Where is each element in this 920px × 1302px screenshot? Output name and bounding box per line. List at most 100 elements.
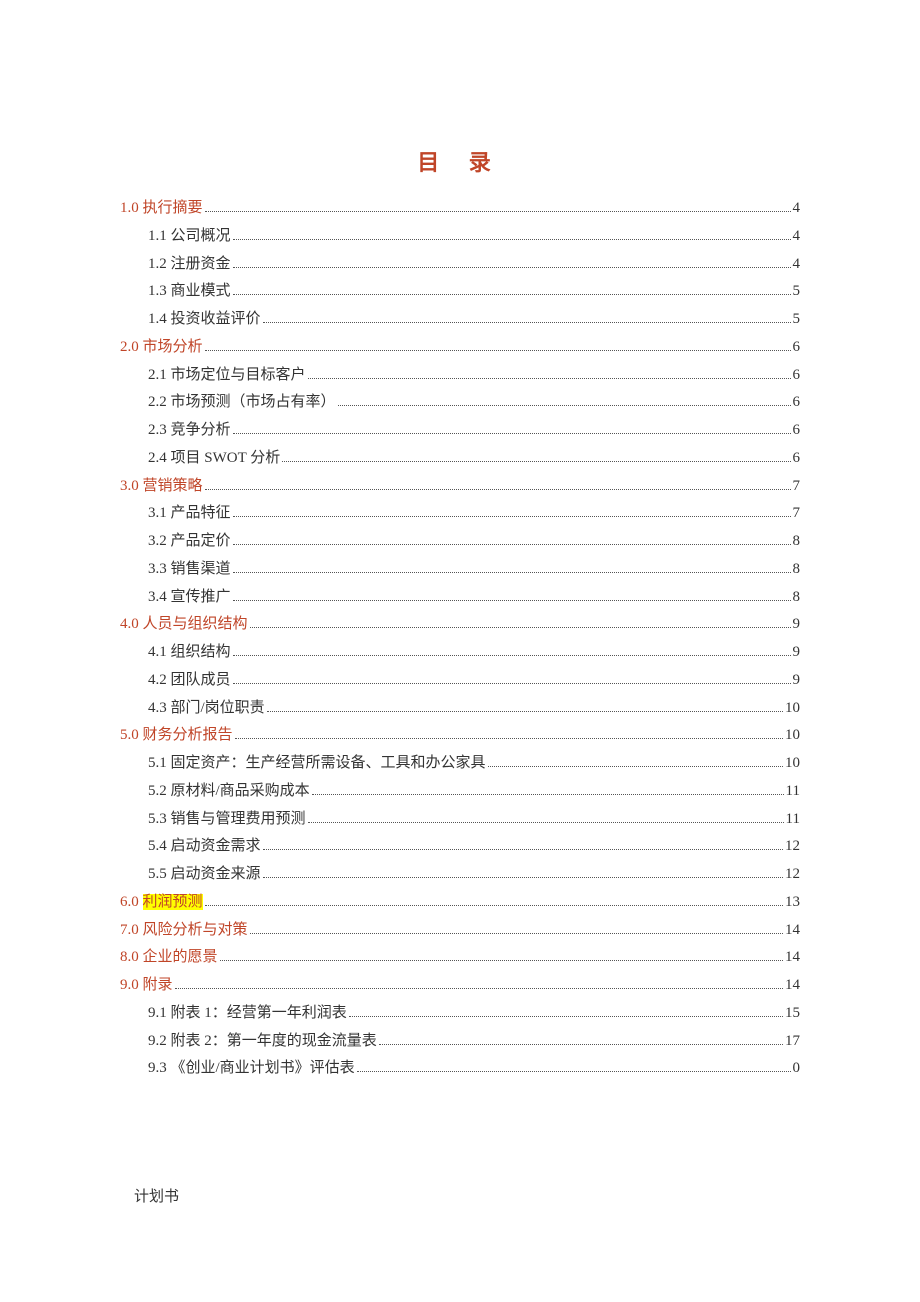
toc-entry: 3.4 宣传推广 8 — [120, 584, 800, 612]
toc-leader-dots — [263, 849, 783, 850]
toc-page-number: 14 — [785, 944, 800, 972]
toc-entry: 5.2 原材料/商品采购成本 11 — [120, 778, 800, 806]
toc-page-number: 11 — [786, 778, 800, 806]
toc-entry: 1.2 注册资金4 — [120, 251, 800, 279]
toc-subsection-label: 2.2 市场预测（市场占有率） — [148, 389, 336, 417]
toc-section-label: 5.0 财务分析报告 — [120, 722, 233, 750]
toc-subsection-label: 1.3 商业模式 — [148, 278, 231, 306]
toc-leader-dots — [357, 1071, 791, 1072]
toc-leader-dots — [205, 489, 791, 490]
toc-entry: 9.1 附表 1：经营第一年利润表 15 — [120, 1000, 800, 1028]
toc-page-number: 12 — [785, 833, 800, 861]
toc-page-number: 6 — [793, 334, 801, 362]
toc-leader-dots — [233, 655, 791, 656]
toc-entry: 1.4 投资收益评价 5 — [120, 306, 800, 334]
toc-page-number: 13 — [785, 889, 800, 917]
toc-entry: 5.1 固定资产：生产经营所需设备、工具和办公家具10 — [120, 750, 800, 778]
toc-entry: 3.0 营销策略 7 — [120, 473, 800, 501]
toc-subsection-label: 3.1 产品特征 — [148, 500, 231, 528]
toc-leader-dots — [250, 933, 783, 934]
toc-entry: 5.5 启动资金来源 12 — [120, 861, 800, 889]
toc-entry: 2.1 市场定位与目标客户 6 — [120, 362, 800, 390]
toc-page-number: 6 — [793, 362, 801, 390]
toc-page-number: 5 — [793, 278, 801, 306]
toc-subsection-label: 5.5 启动资金来源 — [148, 861, 261, 889]
toc-subsection-label: 9.1 附表 1：经营第一年利润表 — [148, 1000, 347, 1028]
toc-subsection-label: 2.1 市场定位与目标客户 — [148, 362, 306, 390]
toc-entry: 5.0 财务分析报告 10 — [120, 722, 800, 750]
toc-leader-dots — [308, 378, 791, 379]
toc-subsection-label: 3.4 宣传推广 — [148, 584, 231, 612]
toc-leader-dots — [235, 738, 783, 739]
toc-entry: 2.3 竞争分析 6 — [120, 417, 800, 445]
toc-entry: 3.1 产品特征 7 — [120, 500, 800, 528]
toc-entry: 8.0 企业的愿景14 — [120, 944, 800, 972]
toc-page-number: 8 — [793, 556, 801, 584]
toc-page-number: 8 — [793, 584, 801, 612]
toc-page-number: 9 — [793, 611, 801, 639]
toc-page-number: 5 — [793, 306, 801, 334]
toc-subsection-label: 9.2 附表 2：第一年度的现金流量表 — [148, 1028, 377, 1056]
toc-entry: 6.0 利润预测 13 — [120, 889, 800, 917]
toc-leader-dots — [233, 239, 791, 240]
toc-entry: 4.1 组织结构 9 — [120, 639, 800, 667]
toc-leader-dots — [233, 516, 791, 517]
toc-subsection-label: 2.3 竞争分析 — [148, 417, 231, 445]
toc-subsection-label: 4.2 团队成员 — [148, 667, 231, 695]
toc-leader-dots — [308, 822, 784, 823]
toc-leader-dots — [205, 905, 783, 906]
toc-leader-dots — [263, 322, 791, 323]
toc-subsection-label: 4.1 组织结构 — [148, 639, 231, 667]
toc-leader-dots — [233, 683, 791, 684]
toc-leader-dots — [233, 544, 791, 545]
footer-text: 计划书 — [134, 1185, 179, 1206]
toc-leader-dots — [233, 267, 791, 268]
toc-page-number: 6 — [793, 389, 801, 417]
toc-title: 目 录 — [120, 145, 800, 177]
toc-leader-dots — [233, 294, 791, 295]
toc-leader-dots — [233, 433, 791, 434]
toc-leader-dots — [205, 350, 791, 351]
toc-page-number: 7 — [793, 473, 801, 501]
toc-subsection-label: 5.4 启动资金需求 — [148, 833, 261, 861]
toc-entry: 5.4 启动资金需求 12 — [120, 833, 800, 861]
toc-section-label: 9.0 附录 — [120, 972, 173, 1000]
toc-page-number: 14 — [785, 917, 800, 945]
toc-page-number: 8 — [793, 528, 801, 556]
toc-page-number: 14 — [785, 972, 800, 1000]
toc-subsection-label: 5.2 原材料/商品采购成本 — [148, 778, 310, 806]
toc-section-label: 6.0 利润预测 — [120, 889, 203, 917]
toc-entry: 1.3 商业模式 5 — [120, 278, 800, 306]
highlight-text: 利润预测 — [143, 894, 203, 910]
toc-leader-dots — [205, 211, 791, 212]
toc-entry: 9.2 附表 2：第一年度的现金流量表 17 — [120, 1028, 800, 1056]
toc-section-label: 1.0 执行摘要 — [120, 195, 203, 223]
toc-page-number: 4 — [793, 223, 801, 251]
toc-subsection-label: 3.3 销售渠道 — [148, 556, 231, 584]
toc-section-label: 3.0 营销策略 — [120, 473, 203, 501]
toc-leader-dots — [282, 461, 790, 462]
toc-subsection-label: 5.1 固定资产：生产经营所需设备、工具和办公家具 — [148, 750, 486, 778]
toc-page-number: 6 — [793, 417, 801, 445]
toc-subsection-label: 1.4 投资收益评价 — [148, 306, 261, 334]
toc-entry: 7.0 风险分析与对策 14 — [120, 917, 800, 945]
toc-page-number: 9 — [793, 639, 801, 667]
toc-leader-dots — [250, 627, 791, 628]
toc-entry: 2.4 项目 SWOT 分析6 — [120, 445, 800, 473]
toc-subsection-label: 1.2 注册资金 — [148, 251, 231, 279]
toc-entry: 9.3 《创业/商业计划书》评估表0 — [120, 1055, 800, 1083]
toc-section-label: 2.0 市场分析 — [120, 334, 203, 362]
toc-leader-dots — [312, 794, 784, 795]
toc-leader-dots — [488, 766, 783, 767]
toc-entry: 1.1 公司概况 4 — [120, 223, 800, 251]
toc-leader-dots — [349, 1016, 783, 1017]
toc-subsection-label: 1.1 公司概况 — [148, 223, 231, 251]
toc-entry: 5.3 销售与管理费用预测11 — [120, 806, 800, 834]
toc-subsection-label: 2.4 项目 SWOT 分析 — [148, 445, 280, 473]
document-page: 目 录 1.0 执行摘要 41.1 公司概况 41.2 注册资金41.3 商业模式 5… — [0, 0, 920, 1083]
toc-section-label: 7.0 风险分析与对策 — [120, 917, 248, 945]
toc-leader-dots — [233, 572, 791, 573]
toc-subsection-label: 4.3 部门/岗位职责 — [148, 695, 265, 723]
toc-page-number: 17 — [785, 1028, 800, 1056]
toc-entry: 3.3 销售渠道 8 — [120, 556, 800, 584]
